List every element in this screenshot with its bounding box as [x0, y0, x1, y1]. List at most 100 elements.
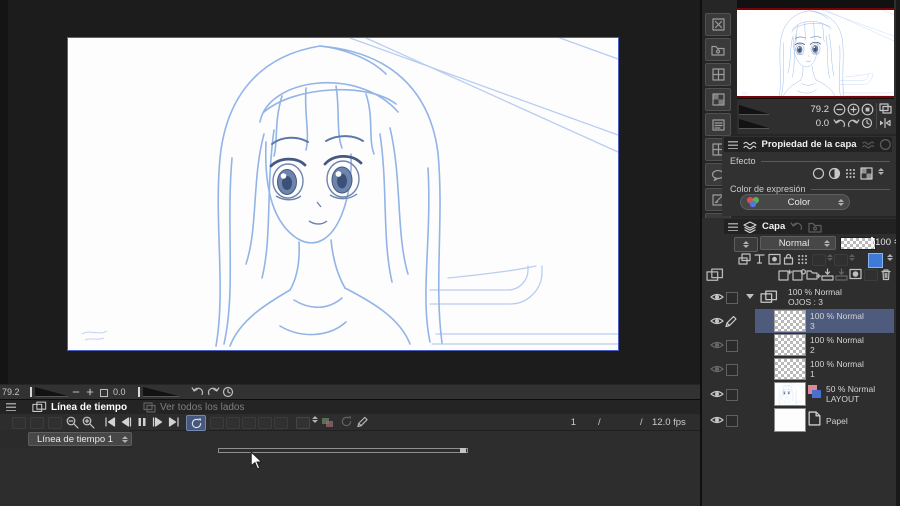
navigator-zoom-slider[interactable] [739, 105, 769, 115]
timeline-options-icon[interactable] [48, 417, 62, 429]
panel-menu-icon[interactable] [728, 222, 738, 231]
layer-color-swatch[interactable] [868, 253, 883, 268]
animation-cels-icon[interactable] [706, 268, 724, 282]
effect-layer-color-icon[interactable] [860, 167, 873, 180]
layer-checkbox[interactable] [726, 292, 738, 304]
range-end-handle[interactable] [460, 448, 466, 453]
panel-icon-cancel-selection[interactable] [705, 13, 731, 36]
nav-flip-icon[interactable] [879, 118, 891, 128]
nav-zoom-out-icon[interactable] [833, 103, 846, 116]
mask-stepper[interactable] [826, 254, 834, 261]
navigator-rotate-slider[interactable] [739, 119, 769, 129]
new-timeline-icon[interactable] [12, 417, 26, 429]
clip-to-layer-icon[interactable] [738, 253, 751, 265]
navigator-preview[interactable] [737, 0, 894, 99]
rotate-cw-icon[interactable] [207, 386, 220, 397]
drawing-canvas[interactable] [67, 37, 619, 351]
new-vector-layer-icon[interactable] [792, 268, 806, 281]
layer-checkbox[interactable] [726, 415, 738, 427]
effect-halftone-icon[interactable] [828, 167, 841, 180]
cycle-icon[interactable] [340, 416, 353, 427]
layer-checkbox[interactable] [726, 389, 738, 401]
canvas-zoom-slider-thumb[interactable] [30, 387, 32, 397]
onion-next-icon[interactable] [242, 417, 256, 429]
canvas-zoom-out-button[interactable] [70, 386, 82, 398]
nav-rotate-ccw-icon[interactable] [833, 118, 846, 129]
expression-color-dropdown[interactable]: Color [740, 194, 850, 210]
layer-checkbox[interactable] [726, 340, 738, 352]
skip-to-start-icon[interactable] [104, 417, 116, 427]
nav-rotate-reset-icon[interactable] [861, 117, 873, 129]
merge-down-icon[interactable] [835, 268, 848, 281]
timeline-menu-icon[interactable] [6, 403, 16, 411]
edit-timeline-pencil-icon[interactable] [356, 416, 368, 428]
previous-frame-icon[interactable] [120, 417, 132, 427]
blend-mode-stepper[interactable] [823, 239, 831, 247]
blend-mode-dropdown[interactable]: Normal [760, 236, 836, 250]
canvas-zoom-reset-button[interactable] [100, 389, 108, 397]
panel-icon-material-folder[interactable] [705, 38, 731, 61]
canvas-zoom-in-button[interactable] [84, 386, 96, 398]
opacity-slider[interactable] [840, 237, 876, 250]
effect-border-icon[interactable] [812, 167, 825, 180]
next-frame-icon[interactable] [152, 417, 164, 427]
ruler-range-icon[interactable] [834, 254, 848, 266]
timeline-selector-stepper[interactable] [121, 435, 129, 443]
transfer-down-icon[interactable] [821, 268, 834, 281]
loop-playback-button[interactable] [186, 415, 206, 431]
layer-thumbnail[interactable] [774, 334, 806, 356]
layer-visibility-eye-icon[interactable] [710, 316, 724, 326]
frame-skip-icon[interactable] [296, 417, 310, 429]
playback-range-bar[interactable] [218, 448, 468, 453]
reference-layer-icon[interactable] [754, 253, 765, 265]
layer-row-papel[interactable]: Papel [702, 407, 896, 433]
tab-ver-todos-los-lados[interactable]: Ver todos los lados [143, 400, 245, 414]
layer-visibility-eye-icon[interactable] [710, 415, 724, 425]
layer-visibility-eye-icon[interactable] [710, 340, 724, 350]
nav-rotate-cw-icon[interactable] [847, 118, 860, 129]
mask-enable-icon[interactable] [812, 254, 826, 266]
timeline-zoom-in-icon[interactable] [82, 416, 95, 429]
layer-checkbox[interactable] [726, 364, 738, 376]
onion-prev-icon[interactable] [226, 417, 240, 429]
nav-fit-icon[interactable] [879, 103, 892, 114]
timeline-settings-icon[interactable] [30, 417, 44, 429]
layer-thumbnail[interactable] [774, 408, 806, 432]
blend-combo-icon[interactable] [734, 237, 758, 252]
canvas-rotate-slider-thumb[interactable] [138, 387, 140, 397]
layer-color-stepper[interactable] [886, 254, 894, 261]
new-raster-layer-icon[interactable] [778, 268, 792, 281]
pause-icon[interactable] [137, 417, 147, 427]
layer-row-3[interactable]: 100 % Normal 3 [702, 309, 896, 333]
timeline-zoom-out-icon[interactable] [66, 416, 79, 429]
panel-menu-icon[interactable] [728, 140, 738, 149]
ruler-stepper[interactable] [848, 254, 856, 261]
layer-row-folder[interactable]: 100 % Normal OJOS : 3 [702, 285, 896, 309]
delete-layer-icon[interactable] [880, 268, 892, 281]
apply-mask-icon[interactable] [864, 269, 878, 281]
nav-zoom-reset-icon[interactable] [861, 103, 874, 116]
canvas-viewport[interactable] [8, 0, 700, 384]
reset-rotation-icon[interactable] [222, 386, 234, 398]
nav-zoom-in-icon[interactable] [847, 103, 860, 116]
tab-linea-de-tiempo[interactable]: Línea de tiempo [32, 400, 127, 414]
onion-mode-icon[interactable] [258, 417, 272, 429]
onion-skin-icon[interactable] [210, 417, 224, 429]
layer-row-layout[interactable]: 50 % Normal LAYOUT [702, 381, 896, 407]
onion-color-icon[interactable] [322, 418, 334, 427]
canvas-rotate-slider[interactable] [143, 387, 179, 397]
rotate-ccw-icon[interactable] [191, 386, 204, 397]
effect-tone-icon[interactable] [844, 167, 857, 180]
layer-visibility-eye-icon[interactable] [710, 389, 724, 399]
opacity-slider-thumb[interactable] [871, 237, 873, 248]
light-table-icon[interactable] [274, 417, 288, 429]
folder-expand-arrow[interactable] [746, 294, 754, 299]
layer-visibility-eye-icon[interactable] [710, 292, 724, 302]
layer-thumbnail[interactable] [774, 382, 806, 406]
panel-icon-list[interactable] [705, 113, 731, 136]
layer-thumbnail[interactable] [774, 310, 806, 332]
layer-row-2[interactable]: 100 % Normal 2 [702, 333, 896, 357]
effect-stepper[interactable] [877, 168, 885, 175]
draft-layer-icon[interactable] [768, 253, 781, 265]
frame-skip-stepper[interactable] [311, 416, 319, 423]
